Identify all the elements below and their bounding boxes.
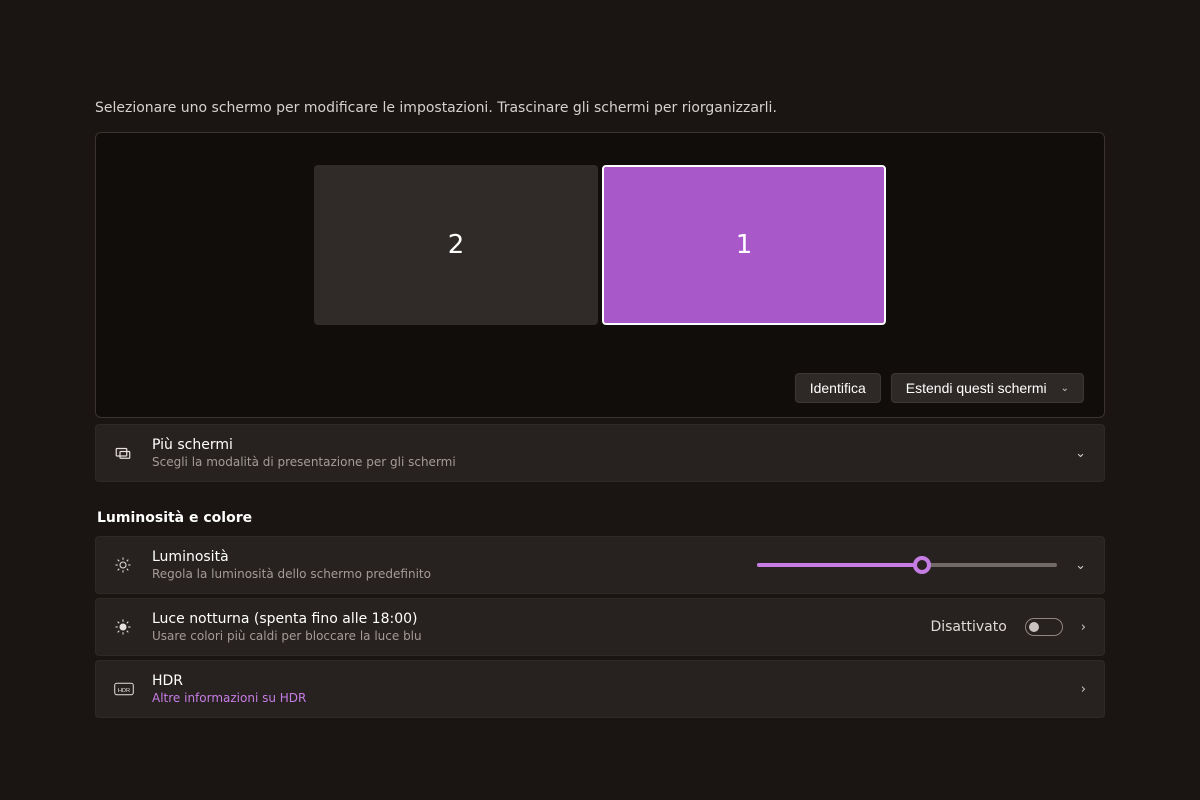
hdr-icon: HDR xyxy=(114,682,134,696)
chevron-right-icon: › xyxy=(1081,682,1086,697)
hdr-title: HDR xyxy=(152,673,1063,689)
monitor-1-label: 1 xyxy=(736,230,753,260)
monitor-2-label: 2 xyxy=(448,230,465,260)
brightness-title: Luminosità xyxy=(152,549,739,565)
multiple-displays-icon xyxy=(114,444,134,462)
arrangement-actions: Identifica Estendi questi schermi ⌄ xyxy=(116,373,1084,403)
monitor-canvas[interactable]: 2 1 xyxy=(116,165,1084,325)
brightness-icon xyxy=(114,556,134,574)
multiple-displays-subtitle: Scegli la modalità di presentazione per … xyxy=(152,455,1057,469)
chevron-right-icon: › xyxy=(1081,620,1086,635)
hdr-link[interactable]: Altre informazioni su HDR xyxy=(152,691,1063,705)
svg-text:HDR: HDR xyxy=(118,688,130,694)
night-light-state: Disattivato xyxy=(930,619,1006,635)
section-brightness-color: Luminosità e colore xyxy=(97,510,1105,526)
brightness-slider[interactable] xyxy=(757,563,1057,567)
chevron-down-icon: ⌄ xyxy=(1075,446,1086,461)
multiple-displays-title: Più schermi xyxy=(152,437,1057,453)
display-helper-text: Selezionare uno schermo per modificare l… xyxy=(95,100,1105,116)
night-light-subtitle: Usare colori più caldi per bloccare la l… xyxy=(152,629,912,643)
night-light-icon xyxy=(114,618,134,636)
identify-button[interactable]: Identifica xyxy=(795,373,881,403)
extend-dropdown-label: Estendi questi schermi xyxy=(906,380,1047,396)
brightness-subtitle: Regola la luminosità dello schermo prede… xyxy=(152,567,739,581)
night-light-row[interactable]: Luce notturna (spenta fino alle 18:00) U… xyxy=(95,598,1105,656)
monitor-2[interactable]: 2 xyxy=(314,165,598,325)
extend-dropdown[interactable]: Estendi questi schermi ⌄ xyxy=(891,373,1084,403)
chevron-down-icon: ⌄ xyxy=(1061,383,1069,394)
monitor-1[interactable]: 1 xyxy=(602,165,886,325)
display-arrangement-panel: 2 1 Identifica Estendi questi schermi ⌄ xyxy=(95,132,1105,418)
night-light-toggle[interactable] xyxy=(1025,618,1063,636)
chevron-down-icon: ⌄ xyxy=(1075,558,1086,573)
hdr-row[interactable]: HDR HDR Altre informazioni su HDR › xyxy=(95,660,1105,718)
identify-button-label: Identifica xyxy=(810,380,866,396)
night-light-title: Luce notturna (spenta fino alle 18:00) xyxy=(152,611,912,627)
multiple-displays-row[interactable]: Più schermi Scegli la modalità di presen… xyxy=(95,424,1105,482)
brightness-row[interactable]: Luminosità Regola la luminosità dello sc… xyxy=(95,536,1105,594)
